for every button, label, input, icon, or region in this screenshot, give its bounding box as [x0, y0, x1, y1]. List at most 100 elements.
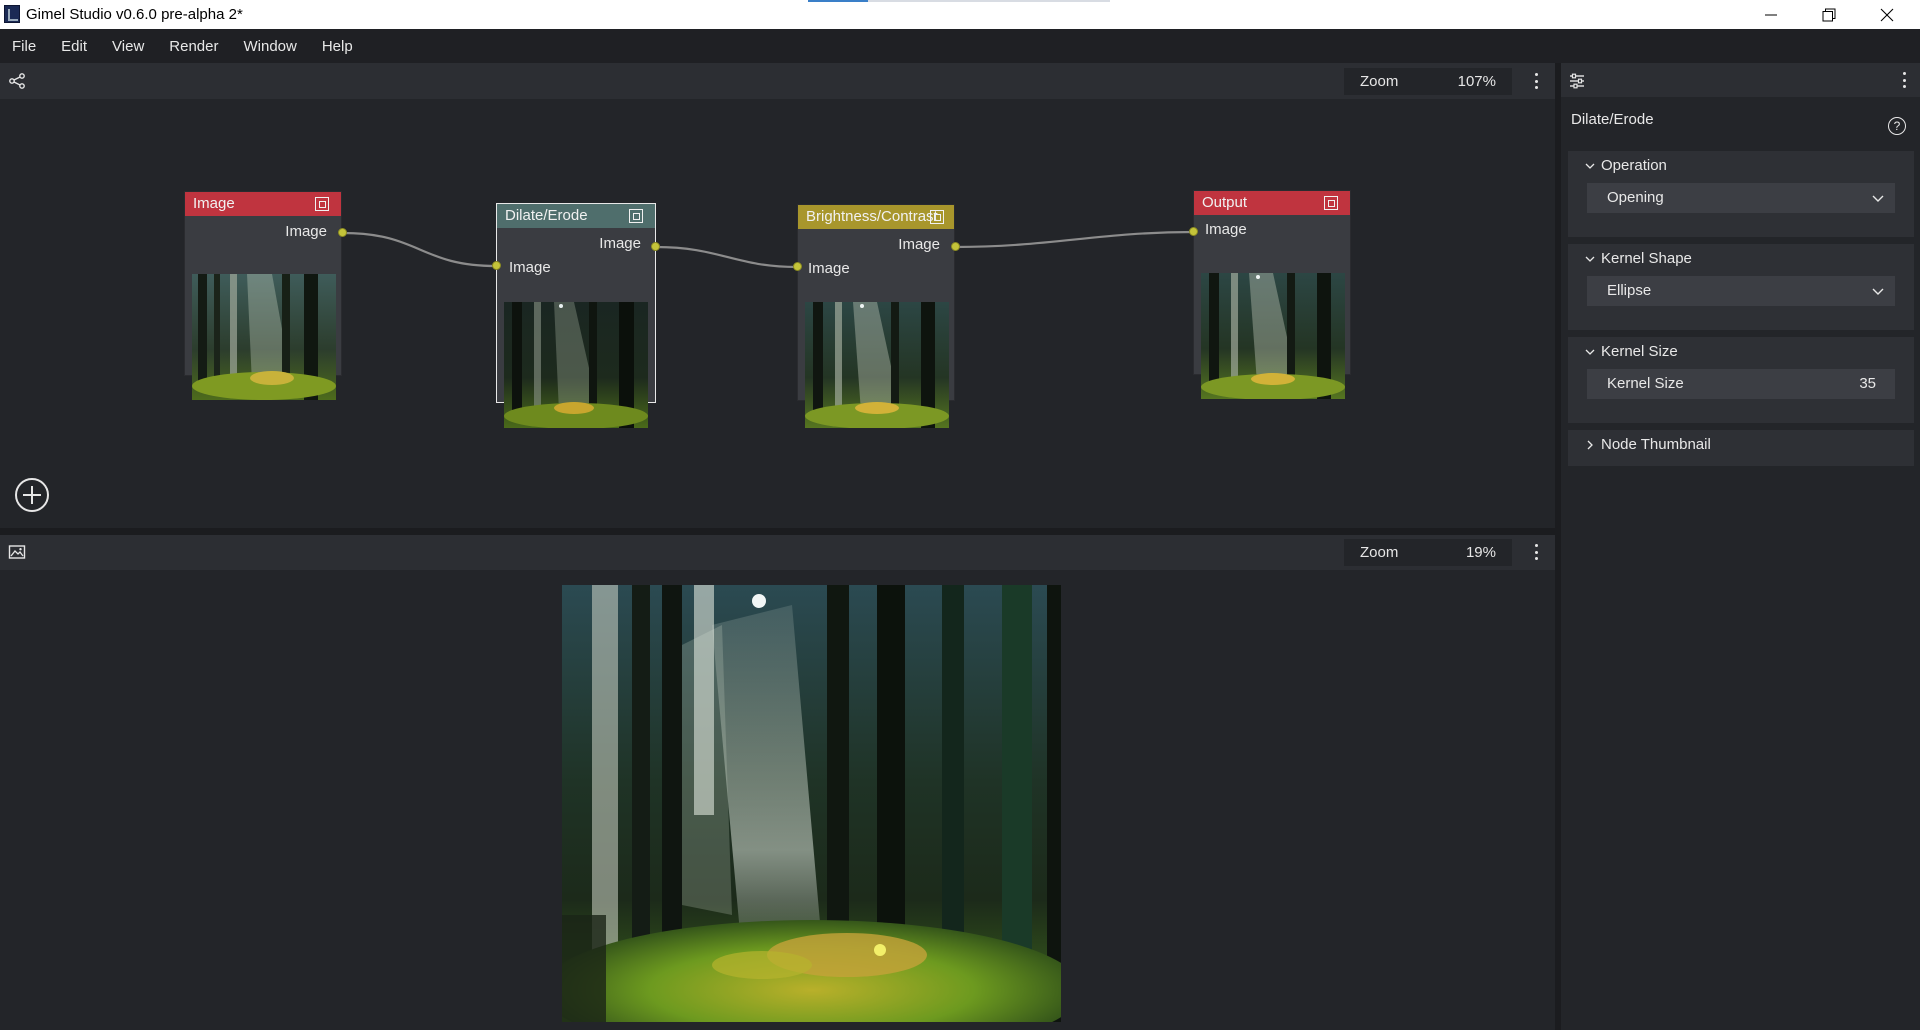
node-thumbnail-image	[192, 274, 336, 400]
node-brightness-contrast[interactable]: Brightness/Contrast Image Image	[797, 204, 955, 428]
kernel-shape-dropdown[interactable]: Ellipse	[1587, 276, 1895, 306]
brightness-input-socket[interactable]	[793, 262, 802, 271]
node-graph-icon[interactable]	[8, 72, 26, 90]
section-label: Node Thumbnail	[1601, 436, 1711, 453]
properties-panel: Dilate/Erode ? Operation Opening Kernel …	[1561, 63, 1920, 1030]
menu-window[interactable]: Window	[243, 38, 296, 55]
menu-bar: File Edit View Render Window Help	[0, 29, 1920, 63]
node-header: Image	[185, 192, 341, 216]
input-port-label: Image	[808, 260, 850, 277]
properties-menu-icon[interactable]	[1900, 70, 1908, 90]
chevron-down-icon	[1872, 288, 1884, 295]
viewer-zoom-control[interactable]: Zoom 19%	[1344, 539, 1512, 566]
sliders-icon[interactable]	[1568, 72, 1586, 90]
dilate-output-socket[interactable]	[651, 242, 660, 251]
chevron-down-icon	[1585, 349, 1595, 355]
section-header[interactable]: Kernel Shape	[1584, 250, 1692, 267]
wire-dilate-to-brightness	[655, 245, 798, 269]
output-port-label: Image	[599, 235, 641, 252]
window-title: Gimel Studio v0.6.0 pre-alpha 2*	[26, 6, 243, 23]
operation-dropdown[interactable]: Opening	[1587, 183, 1895, 213]
node-title: Dilate/Erode	[505, 207, 588, 224]
section-label: Operation	[1601, 157, 1667, 174]
gimel-studio-window: Gimel Studio v0.6.0 pre-alpha 2* File Ed…	[0, 0, 1920, 1030]
node-thumbnail-image	[1201, 273, 1345, 399]
node-zoom-control[interactable]: Zoom 107%	[1344, 68, 1512, 95]
chevron-down-icon	[1872, 195, 1884, 202]
output-port-label: Image	[285, 223, 327, 240]
output-input-socket[interactable]	[1189, 227, 1198, 236]
title-bar: Gimel Studio v0.6.0 pre-alpha 2*	[0, 0, 1920, 29]
input-port-label: Image	[1205, 221, 1247, 238]
node-thumbnail-image	[805, 302, 949, 428]
restore-button[interactable]	[1800, 0, 1858, 29]
close-icon	[1880, 8, 1894, 21]
node-thumbnail-toggle-icon[interactable]	[1324, 196, 1338, 210]
add-circle-icon[interactable]	[14, 477, 50, 513]
node-title: Brightness/Contrast	[806, 208, 938, 225]
app-logo-icon	[4, 5, 20, 23]
menu-view[interactable]: View	[112, 38, 144, 55]
panel-splitter[interactable]	[0, 528, 1555, 535]
image-node-output-socket[interactable]	[338, 228, 347, 237]
menu-help[interactable]: Help	[322, 38, 353, 55]
section-header[interactable]: Node Thumbnail	[1584, 436, 1711, 453]
dropdown-value: Ellipse	[1607, 282, 1652, 299]
chevron-down-icon	[1585, 256, 1595, 262]
section-operation: Operation Opening	[1568, 151, 1914, 237]
zoom-label: Zoom	[1360, 544, 1399, 561]
selected-node-title: Dilate/Erode	[1571, 111, 1654, 128]
section-kernel-shape: Kernel Shape Ellipse	[1568, 244, 1914, 330]
section-header[interactable]: Kernel Size	[1584, 343, 1678, 360]
brightness-output-socket[interactable]	[951, 242, 960, 251]
dropdown-value: Opening	[1607, 189, 1664, 206]
node-header: Dilate/Erode	[497, 204, 655, 228]
section-kernel-size: Kernel Size Kernel Size 35	[1568, 337, 1914, 423]
image-viewer-menu-icon[interactable]	[1532, 542, 1540, 562]
section-node-thumbnail: Node Thumbnail	[1568, 430, 1914, 466]
node-output[interactable]: Output Image	[1193, 190, 1351, 399]
node-image[interactable]: Image Image	[184, 191, 342, 400]
chevron-right-icon	[1587, 440, 1593, 449]
node-editor-panel[interactable]: Zoom 107% Image Image Dilate/Erode Image…	[0, 63, 1555, 528]
title-progress-strip	[808, 0, 1110, 2]
zoom-value: 19%	[1465, 544, 1496, 561]
minimize-button[interactable]	[1742, 0, 1800, 29]
node-thumbnail-image	[504, 302, 648, 428]
section-header[interactable]: Operation	[1584, 157, 1667, 174]
node-thumbnail-toggle-icon[interactable]	[315, 197, 329, 211]
section-label: Kernel Shape	[1601, 250, 1692, 267]
wire-brightness-to-output	[954, 230, 1194, 249]
field-value: 35	[1859, 375, 1876, 392]
dilate-input-socket[interactable]	[492, 261, 501, 270]
node-editor-menu-icon[interactable]	[1532, 71, 1540, 91]
output-port-label: Image	[898, 236, 940, 253]
menu-file[interactable]: File	[12, 38, 36, 55]
wire-image-to-dilate	[342, 231, 497, 268]
image-viewer-panel[interactable]: Zoom 19%	[0, 535, 1555, 1030]
minimize-icon	[1765, 14, 1777, 15]
node-header: Brightness/Contrast	[798, 205, 954, 229]
node-title: Image	[193, 195, 235, 212]
chevron-down-icon	[1585, 163, 1595, 169]
rendered-output-image	[562, 585, 1061, 1022]
close-button[interactable]	[1858, 0, 1916, 29]
menu-render[interactable]: Render	[169, 38, 218, 55]
restore-icon	[1822, 8, 1836, 21]
properties-toolbar	[1561, 63, 1920, 97]
section-label: Kernel Size	[1601, 343, 1678, 360]
node-header: Output	[1194, 191, 1350, 215]
menu-edit[interactable]: Edit	[61, 38, 87, 55]
image-viewer-toolbar: Zoom 19%	[0, 535, 1555, 570]
node-thumbnail-toggle-icon[interactable]	[629, 209, 643, 223]
field-label: Kernel Size	[1607, 375, 1684, 392]
zoom-value: 107%	[1457, 73, 1496, 90]
input-port-label: Image	[509, 259, 551, 276]
zoom-label: Zoom	[1360, 73, 1399, 90]
kernel-size-field[interactable]: Kernel Size 35	[1587, 369, 1895, 399]
node-title: Output	[1202, 194, 1248, 211]
node-dilate-erode[interactable]: Dilate/Erode Image Image	[496, 203, 656, 428]
help-icon[interactable]: ?	[1888, 117, 1906, 135]
node-thumbnail-toggle-icon[interactable]	[930, 210, 944, 224]
image-icon[interactable]	[8, 543, 26, 561]
